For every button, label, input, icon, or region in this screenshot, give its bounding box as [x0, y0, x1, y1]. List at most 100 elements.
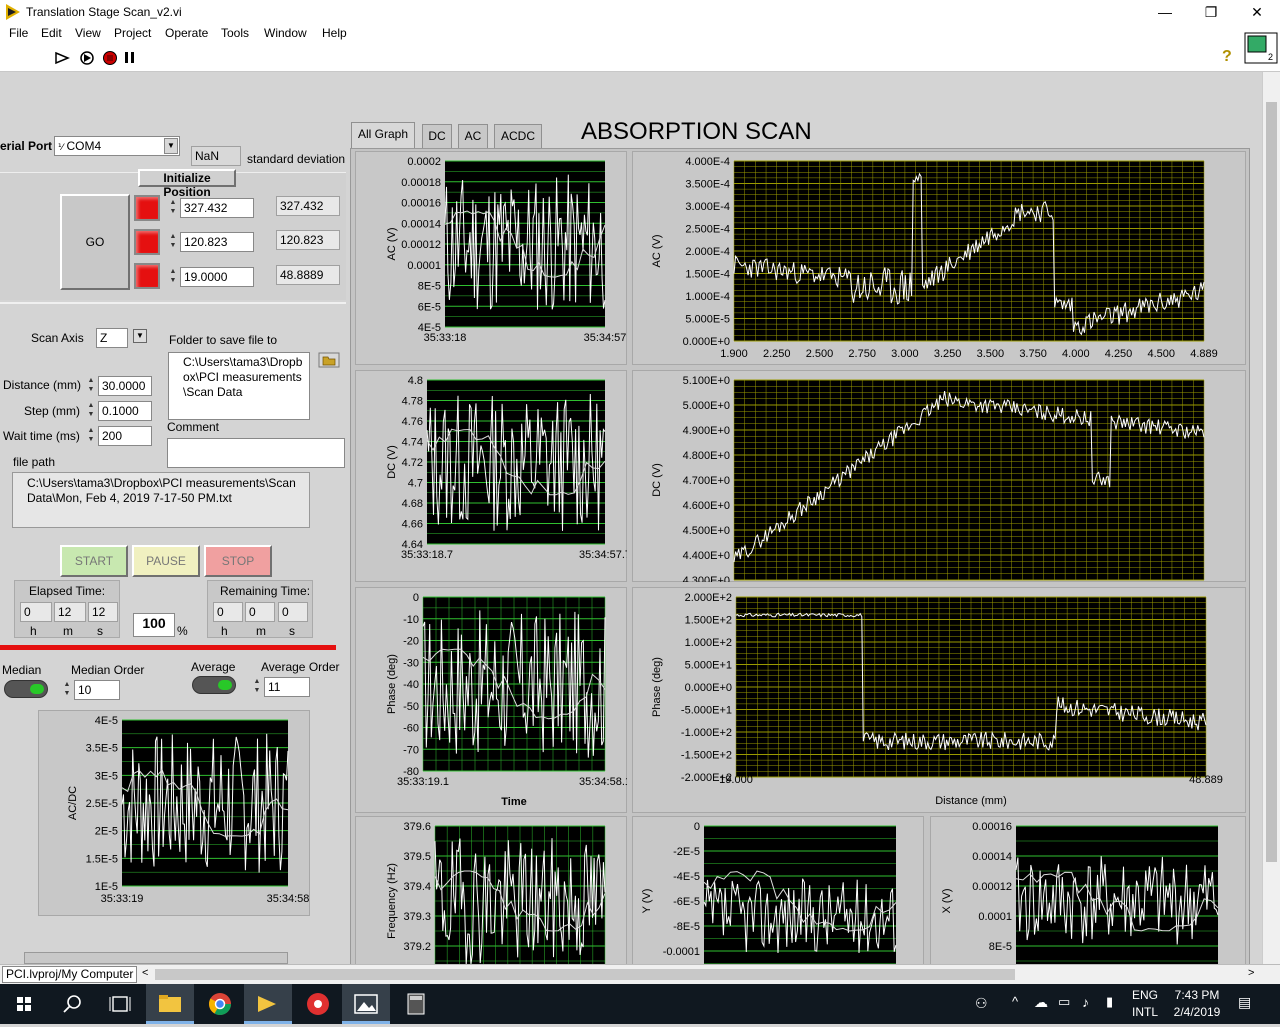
spin-average-icon[interactable]: ▲ ▼ [252, 677, 262, 697]
tab-acdc[interactable]: ACDC [494, 124, 542, 148]
y-tick-label: 4.66 [402, 519, 423, 531]
abort-icon[interactable] [102, 50, 118, 66]
close-button[interactable]: ✕ [1234, 2, 1280, 22]
stop-button[interactable]: STOP [204, 545, 272, 577]
network-icon[interactable]: ▭ [1058, 994, 1070, 1010]
volume-icon[interactable]: ♪ [1082, 994, 1089, 1010]
task-view-icon[interactable] [96, 984, 144, 1024]
wait-input[interactable]: 200 [98, 426, 152, 446]
language-indicator[interactable]: ENG [1132, 988, 1158, 1002]
comment-input[interactable] [167, 438, 345, 468]
average-order-label: Average Order [261, 660, 340, 674]
menu-project[interactable]: Project [114, 26, 151, 40]
notification-icon[interactable]: ▤ [1238, 994, 1251, 1011]
y-tick-label: -6E-5 [673, 896, 700, 908]
clock-time[interactable]: 7:43 PM [1173, 988, 1221, 1002]
y-tick-label: -40 [403, 679, 419, 691]
scan-axis-select[interactable]: Z [96, 328, 128, 348]
menu-operate[interactable]: Operate [165, 26, 208, 40]
y-tick-label: 4.500E+0 [683, 525, 730, 537]
run-arrow-icon[interactable] [54, 51, 70, 65]
scroll-right-icon[interactable]: > [1248, 967, 1254, 979]
y-tick-label: -50 [403, 701, 419, 713]
calculator-icon[interactable] [392, 984, 440, 1024]
pause-button[interactable]: PAUSE [132, 545, 200, 577]
help-icon[interactable]: ? [1222, 48, 1232, 66]
y-axis-label: Phase (deg) [651, 657, 663, 717]
labview-taskbar[interactable] [244, 984, 292, 1024]
tab-ac[interactable]: AC [458, 124, 488, 148]
battery-icon[interactable]: ▮ [1106, 994, 1113, 1010]
start-button[interactable]: START [60, 545, 128, 577]
serial-port-select[interactable]: ⅟ COM4 ▼ [54, 136, 180, 156]
x-tick-label: 35:34:57.7 [579, 549, 627, 561]
scan-axis-dropdown-icon[interactable]: ▼ [133, 329, 147, 343]
y-tick-label: 5.000E-5 [685, 314, 730, 326]
photos-taskbar[interactable] [342, 984, 390, 1024]
menu-window[interactable]: Window [264, 26, 307, 40]
y-tick-label: 0.00016 [401, 198, 441, 210]
x-tick-label: 3.250 [934, 348, 962, 360]
x-tick-label: 35:34:58 [267, 893, 310, 905]
menu-tools[interactable]: Tools [221, 26, 249, 40]
y-axis-label: Frequency (Hz) [386, 863, 398, 939]
tab-all-graph[interactable]: All Graph [351, 122, 415, 148]
windows-start-icon[interactable] [0, 984, 48, 1024]
folder-path-field[interactable]: C:\Users\tama3\Dropbox\PCI measurements\… [168, 352, 310, 420]
menu-help[interactable]: Help [322, 26, 347, 40]
cloud-icon[interactable]: ☁ [1034, 994, 1048, 1011]
spin-y-icon[interactable]: ▲ ▼ [168, 232, 178, 252]
vi-connector-icon: 2 [1244, 32, 1278, 64]
distance-input[interactable]: 30.0000 [98, 376, 152, 396]
position-y-input[interactable]: 120.823 [180, 232, 254, 252]
dropdown-arrow-icon[interactable]: ▼ [164, 138, 178, 154]
horizontal-scrollbar-thumb[interactable] [155, 969, 1015, 980]
menu-file[interactable]: File [9, 26, 28, 40]
y-axis-label: AC/DC [67, 786, 79, 820]
scrollbar-thumb[interactable] [1266, 102, 1277, 862]
menu-edit[interactable]: Edit [41, 26, 62, 40]
x-tick-label: 35:33:18.7 [401, 549, 453, 561]
app-atom-icon[interactable] [294, 984, 342, 1024]
menu-view[interactable]: View [75, 26, 101, 40]
position-x-input[interactable]: 327.432 [180, 198, 254, 218]
median-order-input[interactable]: 10 [74, 680, 120, 700]
remaining-unit-s: s [289, 624, 295, 638]
search-icon[interactable] [48, 984, 96, 1024]
spin-median-icon[interactable]: ▲ ▼ [62, 680, 72, 700]
people-icon[interactable]: ⚇ [975, 995, 988, 1012]
y-tick-label: 0.00014 [401, 218, 441, 230]
average-order-input[interactable]: 11 [264, 677, 310, 697]
io-icon: ⅟ [58, 142, 64, 152]
spin-step-icon[interactable]: ▲ ▼ [86, 401, 96, 421]
x-tick-label: 35:34:57 [584, 332, 627, 344]
step-input[interactable]: 0.1000 [98, 401, 152, 421]
chrome-icon[interactable] [196, 984, 244, 1024]
scroll-left-icon[interactable]: < [142, 967, 148, 979]
tab-dc[interactable]: DC [422, 124, 452, 148]
median-toggle[interactable] [4, 680, 48, 698]
pause-icon[interactable] [124, 51, 136, 65]
go-button[interactable]: GO [60, 194, 130, 290]
ac-big-chart: 4.000E-4 3.500E-4 3.000E-4 2.500E-4 2.000E-4… [651, 156, 1218, 360]
spin-z-icon[interactable]: ▲ ▼ [168, 267, 178, 287]
minimize-button[interactable]: — [1142, 2, 1188, 22]
spin-distance-icon[interactable]: ▲ ▼ [86, 376, 96, 396]
initialize-position-button[interactable]: Initialize Position [138, 169, 236, 199]
file-explorer-taskbar[interactable] [146, 984, 194, 1024]
position-z-input[interactable]: 19.0000 [180, 267, 254, 287]
x-tick-label: 1.900 [720, 348, 748, 360]
browse-folder-icon[interactable] [318, 352, 340, 368]
chevron-up-icon[interactable]: ^ [1012, 994, 1018, 1009]
y-tick-label: -30 [403, 657, 419, 669]
vertical-scrollbar[interactable] [1262, 72, 1280, 964]
restore-button[interactable]: ❐ [1188, 2, 1234, 22]
spin-x-icon[interactable]: ▲ ▼ [168, 198, 178, 218]
spin-wait-icon[interactable]: ▲ ▼ [86, 426, 96, 446]
comment-label: Comment [167, 420, 220, 434]
y-tick-label: -4E-5 [673, 871, 700, 883]
y-tick-label: 3.000E-4 [685, 201, 730, 213]
run-continuously-icon[interactable] [78, 50, 96, 66]
y-tick-label: -60 [403, 723, 419, 735]
average-toggle[interactable] [192, 676, 236, 694]
